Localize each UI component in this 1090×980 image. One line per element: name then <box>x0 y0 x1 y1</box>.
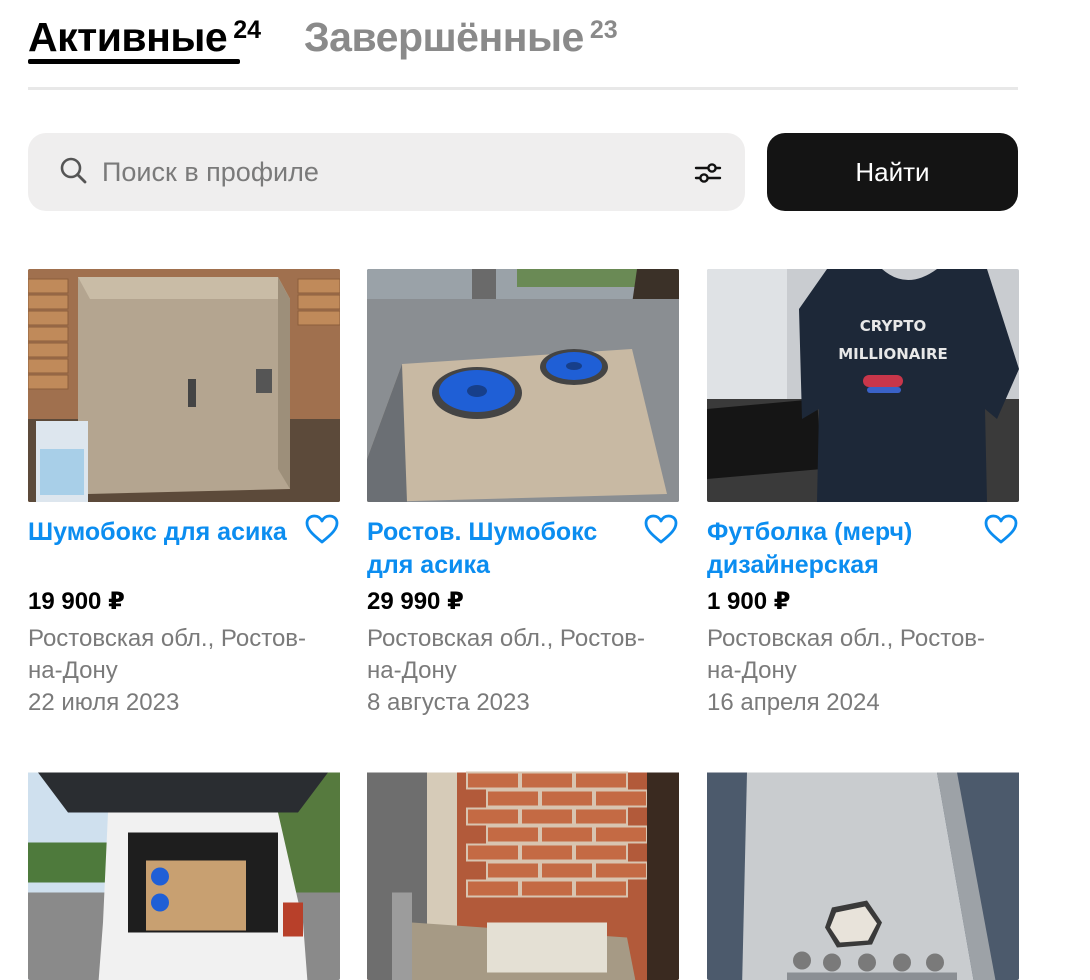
listing-photo-car-trunk[interactable] <box>28 764 340 980</box>
heart-icon[interactable] <box>304 513 340 545</box>
listing-price: 29 990 ₽ <box>367 588 464 615</box>
listing-price: 19 900 ₽ <box>28 588 125 615</box>
listing-location: Ростовская обл., Ростов-на-Дону <box>367 625 646 684</box>
tab-active-count: 24 <box>233 16 262 44</box>
photo-soundbox-fans-image <box>367 269 679 502</box>
listing-date: 22 июля 2023 <box>28 689 180 716</box>
listing-location: Ростовская обл., Ростов-на-Дону <box>28 625 307 684</box>
listing-date: 16 апреля 2024 <box>707 689 880 716</box>
tshirt-print-line1: CRYPTO <box>860 317 927 335</box>
listing-date: 8 августа 2023 <box>367 689 530 716</box>
listing-location: Ростовская обл., Ростов-на-Дону <box>707 625 986 684</box>
listing-photo-asic-unit[interactable] <box>707 764 1019 980</box>
search-icon <box>60 157 87 184</box>
tab-completed-count: 23 <box>589 16 618 44</box>
listing-title[interactable]: Шумобокс для асика <box>28 516 296 549</box>
active-tab-indicator <box>28 59 240 64</box>
listing-status-tabs: Активные 24 Завершённые 23 <box>28 0 1018 90</box>
listing-title[interactable]: Футболка (мерч) дизайнерская <box>707 516 975 582</box>
tab-active[interactable]: Активные 24 <box>28 14 262 64</box>
heart-icon[interactable] <box>983 513 1019 545</box>
tab-active-label: Активные <box>28 14 228 60</box>
filter-icon[interactable] <box>693 159 723 187</box>
tshirt-print-line2: MILLIONAIRE <box>838 345 948 363</box>
listing-photo-soundbox-fans[interactable] <box>367 269 679 502</box>
photo-car-trunk-image <box>28 772 340 980</box>
heart-icon[interactable] <box>643 513 679 545</box>
photo-tshirt-image: CRYPTO MILLIONAIRE <box>707 269 1019 502</box>
profile-listings-page: Активные24 Завершённые23 Найти <box>0 0 1090 980</box>
listing-photo-tshirt[interactable]: CRYPTO MILLIONAIRE <box>707 269 1019 502</box>
listing-photo-box-open[interactable] <box>367 764 679 980</box>
find-button[interactable]: Найти <box>767 133 1018 211</box>
photo-soundbox-image <box>28 269 340 502</box>
photo-asic-unit-image <box>707 772 1019 980</box>
profile-search-box <box>28 133 745 211</box>
listing-photo-soundbox[interactable] <box>28 269 340 502</box>
listing-title[interactable]: Ростов. Шумобокс для асика <box>367 516 635 582</box>
search-input[interactable] <box>102 147 662 197</box>
listing-price: 1 900 ₽ <box>707 588 791 615</box>
photo-box-open-image <box>367 771 679 980</box>
tab-completed-label: Завершённые <box>304 14 584 60</box>
tab-completed[interactable]: Завершённые 23 <box>304 14 618 61</box>
